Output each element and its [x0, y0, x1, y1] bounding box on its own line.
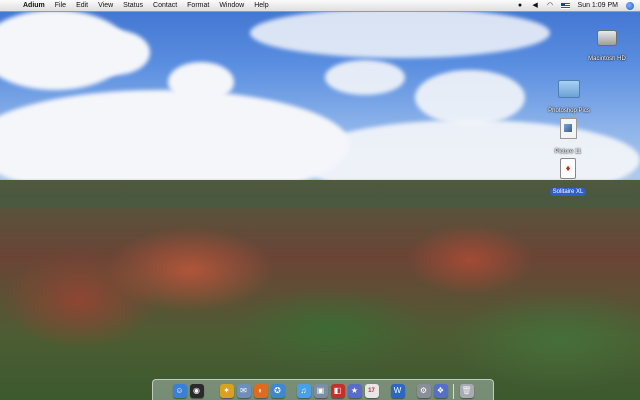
hard-drive-icon: [597, 30, 617, 46]
adium-duck-icon[interactable]: ●: [516, 1, 525, 10]
menu-format[interactable]: Format: [187, 0, 209, 11]
calendar-icon[interactable]: 17: [364, 384, 379, 398]
mail-icon[interactable]: ✉: [236, 384, 251, 398]
dock-separator: [290, 384, 291, 399]
wifi-icon[interactable]: ◠: [546, 1, 555, 10]
menu-edit[interactable]: Edit: [76, 0, 88, 11]
trash-icon[interactable]: 🗑: [459, 384, 474, 398]
menu-extras: ● ◀ ◠ Sun 1:09 PM: [510, 0, 634, 11]
dock-separator: [384, 384, 385, 399]
menu-contact[interactable]: Contact: [153, 0, 177, 11]
imovie-icon[interactable]: ★: [347, 384, 362, 398]
adium-icon[interactable]: ✦: [219, 384, 234, 398]
dock: ☺ ◉ ✦ ✉ ◐ ✪ ♫ ▣ ◧ ★ 17 W ⚙ ❖ 🗑: [152, 379, 494, 400]
menu-bar: Adium File Edit View Status Contact Form…: [0, 0, 640, 12]
desktop-icon-photoshop-pics[interactable]: Photoshop Pics: [537, 77, 601, 117]
preview-icon[interactable]: ❖: [433, 384, 448, 398]
dock-separator: [211, 384, 212, 399]
dock-separator: [410, 384, 411, 399]
dashboard-icon[interactable]: ◉: [189, 384, 204, 398]
desktop-wallpaper: [0, 0, 640, 400]
wallpaper-cloud: [415, 70, 525, 125]
photo-booth-icon[interactable]: ◧: [330, 384, 345, 398]
playing-card-icon: ♦: [560, 158, 576, 179]
wallpaper-canyon: [0, 180, 640, 400]
menu-adium[interactable]: Adium: [23, 0, 45, 11]
wallpaper-cloud: [250, 8, 550, 58]
finder-icon[interactable]: ☺: [172, 384, 187, 398]
dock-separator: [453, 384, 454, 399]
menu-clock[interactable]: Sun 1:09 PM: [578, 0, 618, 11]
desktop-icon-label: Photoshop Pics: [548, 108, 590, 114]
iphoto-icon[interactable]: ▣: [313, 384, 328, 398]
system-preferences-icon[interactable]: ⚙: [416, 384, 431, 398]
menu-status[interactable]: Status: [123, 0, 143, 11]
menu-file[interactable]: File: [55, 0, 66, 11]
desktop-icon-picture-11[interactable]: Picture 11: [536, 118, 600, 158]
desktop-icon-macintosh-hd[interactable]: Macintosh HD: [575, 26, 639, 65]
wallpaper-cloud: [325, 60, 405, 95]
firefox-icon[interactable]: ◐: [253, 384, 268, 398]
picture-file-icon: [559, 118, 577, 139]
word-icon[interactable]: W: [390, 384, 405, 398]
spotlight-icon[interactable]: [626, 1, 634, 10]
desktop-icon-label: Macintosh HD: [588, 56, 626, 62]
desktop-icon-label: Solitaire XL: [549, 188, 587, 196]
folder-icon: [558, 80, 580, 98]
us-flag-icon[interactable]: [560, 2, 570, 9]
itunes-icon[interactable]: ♫: [296, 384, 311, 398]
menu-view[interactable]: View: [98, 0, 113, 11]
desktop-icon-label: Picture 11: [554, 149, 582, 155]
volume-icon[interactable]: ◀: [531, 1, 540, 10]
safari-icon[interactable]: ✪: [270, 384, 285, 398]
desktop-icon-solitaire-xl[interactable]: ♦ Solitaire XL: [536, 158, 600, 198]
menu-help[interactable]: Help: [254, 0, 268, 11]
wallpaper-cloud: [80, 30, 150, 75]
menu-window[interactable]: Window: [219, 0, 244, 11]
